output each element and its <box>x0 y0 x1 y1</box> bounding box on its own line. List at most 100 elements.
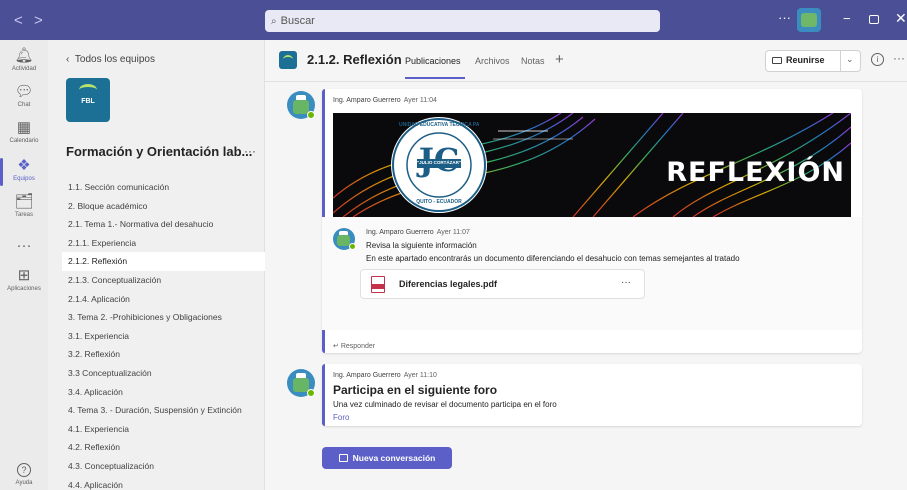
post-time: Ayer 11:04 <box>403 97 437 104</box>
tab-archivos[interactable]: Archivos <box>475 56 510 66</box>
post-meta: Ing. Amparo Guerrero Ayer 11:04 <box>333 97 437 104</box>
forward-arrow-icon[interactable]: > <box>34 12 43 29</box>
reply-label: Responder <box>340 343 376 350</box>
rail-more-apps[interactable]: ··· <box>0 238 48 254</box>
post-accent <box>322 364 325 426</box>
user-avatar[interactable] <box>797 8 821 32</box>
post-author: Ing. Amparo Guerrero <box>333 372 401 379</box>
minimize-icon[interactable]: − <box>843 11 851 26</box>
channel-list-pane: ‹ Todos los equipos FBL Formación y Orie… <box>48 40 265 490</box>
channel-item[interactable]: 4.1. Experiencia <box>62 420 265 439</box>
channel-item[interactable]: 2.1.1. Experiencia <box>62 234 265 253</box>
channel-item[interactable]: 2.1. Tema 1.- Normativa del desahucio <box>62 215 265 234</box>
search-icon: ⌕ <box>271 15 277 27</box>
presence-icon <box>349 243 356 250</box>
rail-label: Equipos <box>13 176 35 182</box>
team-name: Formación y Orientación lab... <box>66 144 253 159</box>
tab-notas[interactable]: Notas <box>521 56 545 66</box>
new-conversation-button[interactable]: Nueva conversación <box>322 447 452 469</box>
rail-label: Tareas <box>14 212 33 218</box>
channel-item[interactable]: 4.2. Reflexión <box>62 438 265 457</box>
reply-time: Ayer 11:07 <box>436 229 470 236</box>
bell-icon: 🔔︎ <box>14 47 34 64</box>
add-tab-icon[interactable]: + <box>555 51 564 68</box>
channel-header: 2.1.2. Reflexión Publicaciones Archivos … <box>265 40 907 82</box>
tab-publicaciones[interactable]: Publicaciones <box>405 56 461 66</box>
close-icon[interactable]: ✕ <box>895 10 907 27</box>
chevron-left-icon: ‹ <box>66 54 70 65</box>
channel-item[interactable]: 3.4. Aplicación <box>62 383 265 402</box>
channel-item[interactable]: 4.4. Aplicación <box>62 476 265 490</box>
post-author: Ing. Amparo Guerrero <box>333 97 401 104</box>
channel-item[interactable]: 2. Bloque académico <box>62 197 265 216</box>
banner-title: REFLEXIÓN <box>666 157 845 188</box>
presence-icon <box>307 389 315 397</box>
teams-icon: ❖ <box>17 157 31 174</box>
rail-assignments[interactable]: 🗂︎ Tareas <box>0 193 48 219</box>
rail-apps[interactable]: ⊞ Aplicaciones <box>0 267 48 293</box>
reply-thread: Ing. Amparo Guerrero Ayer 11:07 Revisa la… <box>322 217 862 330</box>
rail-label: Ayuda <box>15 480 33 486</box>
channel-item[interactable]: 4. Tema 3. - Duración, Suspensión y Exti… <box>62 401 265 420</box>
compose-icon <box>338 454 348 462</box>
channel-item[interactable]: 3.2. Reflexión <box>62 345 265 364</box>
meet-button[interactable]: Reunirse ⌄ <box>765 50 861 72</box>
post-card: Ing. Amparo Guerrero Ayer 11:10 Participa… <box>322 364 862 426</box>
forum-link[interactable]: Foro <box>333 413 349 422</box>
assignments-icon: 🗂︎ <box>14 193 34 210</box>
file-name: Diferencias legales.pdf <box>399 279 498 289</box>
reply-line-2: En este apartado encontrarás un document… <box>366 254 740 263</box>
rail-chat[interactable]: 💬︎ Chat <box>0 83 48 109</box>
more-options-icon[interactable]: ··· <box>778 10 791 25</box>
channel-team-icon <box>279 51 297 69</box>
channel-item[interactable]: 3.3 Conceptualización <box>62 364 265 383</box>
channel-item[interactable]: 3.1. Experiencia <box>62 327 265 346</box>
more-options-icon[interactable]: ··· <box>893 51 905 65</box>
rail-calendar[interactable]: ▦ Calendario <box>0 119 48 145</box>
help-icon: ? <box>17 463 31 477</box>
reply-author: Ing. Amparo Guerrero <box>366 229 434 236</box>
meet-label: Reunirse <box>786 55 825 65</box>
title-bar: < > ⌕ Buscar ··· − ✕ <box>0 0 907 40</box>
rail-teams[interactable]: ❖ Equipos <box>0 157 48 183</box>
back-arrow-icon[interactable]: < <box>14 12 23 29</box>
rail-label: Calendario <box>9 138 39 144</box>
team-logo: FBL <box>66 78 110 122</box>
reply-line-1: Revisa la siguiente información <box>366 241 477 250</box>
search-input[interactable]: ⌕ Buscar <box>265 10 660 32</box>
chevron-down-icon[interactable]: ⌄ <box>846 54 854 65</box>
more-apps-icon: ··· <box>16 237 32 254</box>
banner-ring-text-bottom: QUITO - ECUADOR <box>416 199 462 205</box>
all-teams-label: Todos los equipos <box>74 54 155 65</box>
channel-item-active[interactable]: 2.1.2. Reflexión <box>62 252 265 271</box>
maximize-icon[interactable] <box>869 15 879 24</box>
chat-icon: 💬︎ <box>14 83 34 100</box>
channel-item[interactable]: 2.1.4. Aplicación <box>62 290 265 309</box>
file-more-icon[interactable]: ··· <box>621 277 631 288</box>
channel-item[interactable]: 3. Tema 2. -Prohibiciones y Obligaciones <box>62 308 265 327</box>
banner-ribbon-text: "JULIO CORTÁZAR" <box>417 160 461 165</box>
all-teams-link[interactable]: ‹ Todos los equipos <box>66 54 155 65</box>
channel-item[interactable]: 1.1. Sección comunicación <box>62 178 265 197</box>
rail-help[interactable]: ? Ayuda <box>0 460 48 486</box>
reflexion-banner: UNIDAD EDUCATIVA TÉCNICA PARTICULAR JC "… <box>333 113 851 217</box>
reply-arrow-icon: ↵ <box>333 343 339 350</box>
posts-feed: Ing. Amparo Guerrero Ayer 11:04 UNIDAD E… <box>265 83 907 490</box>
reply-link[interactable]: ↵ Responder <box>333 342 375 350</box>
channel-item[interactable]: 4.3. Conceptualización <box>62 457 265 476</box>
rail-activity[interactable]: 🔔︎ Actividad <box>0 47 48 73</box>
channel-title: 2.1.2. Reflexión <box>307 52 402 67</box>
calendar-icon: ▦ <box>16 119 32 136</box>
info-icon[interactable]: i <box>871 53 884 66</box>
presence-icon <box>307 111 315 119</box>
rail-label: Chat <box>17 102 31 108</box>
file-attachment[interactable]: Diferencias legales.pdf ··· <box>360 269 645 299</box>
pdf-file-icon <box>371 276 385 293</box>
post-title: Participa en el siguiente foro <box>333 383 498 397</box>
apps-icon: ⊞ <box>17 267 31 284</box>
channel-item[interactable]: 2.1.3. Conceptualización <box>62 271 265 290</box>
post-meta: Ing. Amparo Guerrero Ayer 11:10 <box>333 372 437 379</box>
rail-label: Actividad <box>11 66 37 72</box>
team-more-icon[interactable]: ··· <box>244 144 256 158</box>
search-placeholder: Buscar <box>280 15 315 27</box>
